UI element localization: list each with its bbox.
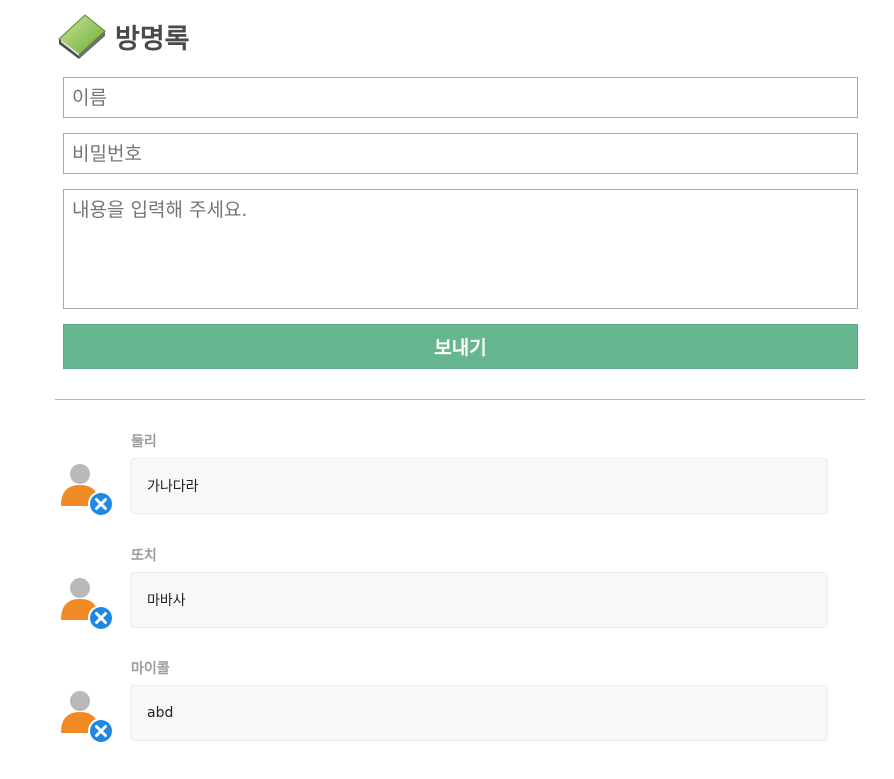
entry-message-text: 마바사	[147, 593, 186, 609]
divider	[55, 399, 865, 400]
avatar	[58, 461, 118, 521]
guestbook-entry: 또치 마바사	[55, 545, 835, 655]
submit-button-label: 보내기	[434, 337, 487, 359]
entry-author: 둘리	[131, 434, 157, 450]
content-textarea[interactable]	[63, 189, 858, 309]
delete-icon[interactable]	[87, 490, 115, 518]
guestbook-entry: 둘리 가나다라	[55, 431, 835, 541]
avatar	[58, 688, 118, 748]
guestbook-entry: 마이콜 abd	[55, 658, 835, 768]
password-input[interactable]	[63, 133, 858, 174]
entry-message-text: 가나다라	[147, 479, 199, 495]
avatar	[58, 575, 118, 635]
delete-icon[interactable]	[87, 604, 115, 632]
entry-author: 또치	[131, 548, 157, 564]
page-title: 방명록	[115, 23, 190, 55]
delete-icon[interactable]	[87, 717, 115, 745]
name-input[interactable]	[63, 77, 858, 118]
entry-message-text: abd	[147, 705, 174, 721]
entry-message: 마바사	[130, 572, 828, 628]
entry-author: 마이콜	[131, 661, 170, 677]
submit-button[interactable]: 보내기	[63, 324, 858, 369]
book-icon	[58, 14, 106, 59]
entry-message: 가나다라	[130, 458, 828, 514]
entry-message: abd	[130, 685, 828, 741]
page-header: 방명록	[55, 9, 190, 63]
